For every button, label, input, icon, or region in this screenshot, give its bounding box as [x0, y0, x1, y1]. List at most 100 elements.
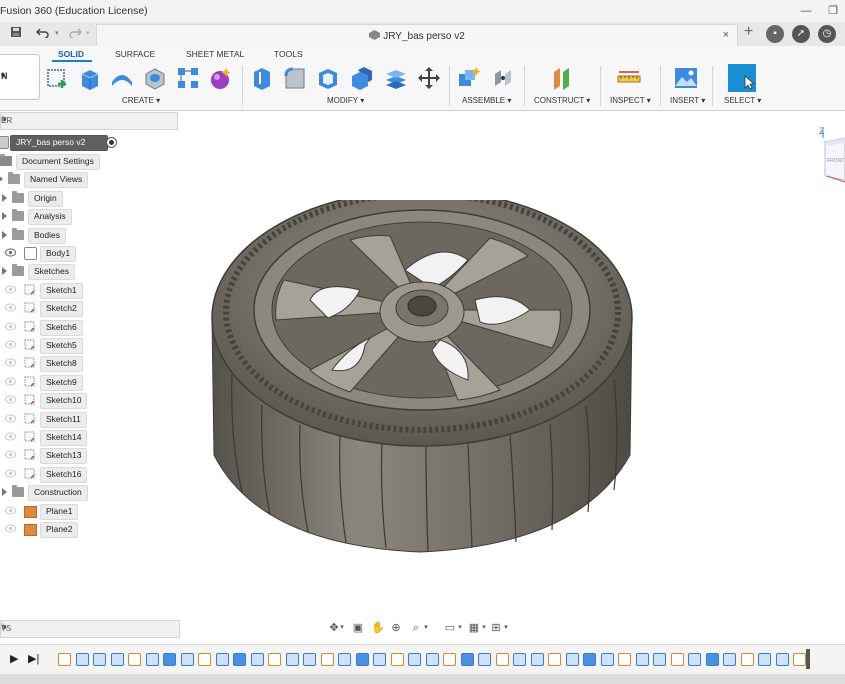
new-component-icon[interactable] [457, 66, 481, 90]
create-sketch-icon[interactable] [46, 66, 70, 90]
timeline-feature[interactable] [355, 653, 369, 666]
insert-image-icon[interactable] [674, 66, 698, 90]
timeline-feature[interactable] [128, 653, 141, 666]
hole-icon[interactable] [143, 66, 167, 90]
timeline-feature[interactable] [390, 653, 404, 666]
tab-tools[interactable]: TOOLS [274, 49, 303, 59]
save-icon[interactable] [10, 26, 22, 42]
timeline-feature[interactable] [740, 653, 754, 666]
visibility-eye-icon[interactable] [5, 377, 16, 386]
panel-resize-icon[interactable]: ‖ [1, 622, 178, 632]
browser-item-sketch9[interactable]: Sketch9 [0, 374, 178, 391]
timeline-feature[interactable] [215, 653, 229, 666]
timeline-feature[interactable] [285, 653, 299, 666]
timeline-feature[interactable] [478, 653, 491, 666]
timeline-feature[interactable] [513, 653, 526, 666]
tab-solid[interactable]: SOLID [58, 49, 84, 59]
visibility-eye-icon[interactable] [5, 248, 16, 257]
browser-item-sketch10[interactable]: Sketch10 [0, 393, 178, 410]
browser-item-sketch8[interactable]: Sketch8 [0, 356, 178, 373]
timeline-feature[interactable] [320, 653, 334, 666]
browser-item-document-settings[interactable]: Document Settings [0, 154, 178, 170]
browser-item-sketch1[interactable]: Sketch1 [0, 282, 178, 299]
browser-item-label[interactable]: Plane1 [40, 503, 79, 520]
shell-icon[interactable] [316, 66, 340, 90]
timeline-feature[interactable] [198, 653, 211, 666]
timeline-feature[interactable] [618, 653, 631, 666]
timeline-feature[interactable] [548, 653, 561, 666]
visibility-eye-icon[interactable] [5, 395, 16, 404]
browser-item-label[interactable]: Sketch13 [40, 448, 88, 465]
visibility-eye-icon[interactable] [5, 469, 16, 478]
insert-group-label[interactable]: INSERT ▾ [670, 96, 705, 105]
create-group-label[interactable]: CREATE ▾ [122, 96, 160, 105]
browser-item-sketch16[interactable]: Sketch16 [0, 466, 178, 483]
visibility-eye-icon[interactable] [5, 285, 16, 294]
view-cube[interactable]: Z FRONT [815, 120, 845, 190]
tab-sheet-metal[interactable]: SHEET METAL [186, 49, 244, 59]
measure-icon[interactable] [617, 66, 641, 90]
viewport-model[interactable] [200, 200, 650, 560]
grid-dropdown-icon[interactable]: ▾ [480, 620, 488, 636]
timeline-feature[interactable] [250, 653, 264, 666]
browser-item-sketch6[interactable]: Sketch6 [0, 319, 178, 336]
timeline-feature[interactable] [58, 653, 71, 666]
timeline-feature[interactable] [705, 653, 719, 666]
browser-item-label[interactable]: Sketch8 [40, 356, 83, 373]
timeline-feature[interactable] [75, 653, 89, 666]
timeline-feature[interactable] [180, 653, 194, 666]
browser-item-label[interactable]: Analysis [28, 209, 72, 226]
browser-item-body1[interactable]: Body1 [0, 246, 178, 262]
browser-item-sketch11[interactable]: Sketch11 [0, 411, 178, 428]
browser-item-sketch2[interactable]: Sketch2 [0, 301, 178, 318]
timeline-feature[interactable] [163, 653, 176, 666]
timeline-feature[interactable] [758, 653, 771, 666]
browser-item-label[interactable]: Sketch16 [40, 466, 88, 483]
select-button[interactable] [728, 64, 756, 92]
visibility-eye-icon[interactable] [5, 303, 16, 312]
offset-plane-icon[interactable] [550, 66, 574, 90]
timeline-feature[interactable] [635, 653, 649, 666]
browser-item-analysis[interactable]: Analysis [0, 209, 178, 226]
timeline-feature[interactable] [408, 653, 421, 666]
browser-item-label[interactable]: Sketch6 [40, 319, 83, 336]
browser-item-label[interactable]: Named Views [24, 172, 89, 189]
look-at-icon[interactable]: ▣ [350, 620, 366, 636]
browser-item-label[interactable]: Construction [28, 485, 88, 502]
play-icon[interactable]: ▶ [10, 652, 18, 665]
visibility-eye-icon[interactable] [5, 358, 16, 367]
undo-icon[interactable] [35, 26, 50, 42]
assemble-group-label[interactable]: ASSEMBLE ▾ [462, 96, 511, 105]
browser-item-label[interactable]: Bodies [28, 227, 66, 244]
step-end-icon[interactable]: ▶| [28, 652, 39, 665]
display-dropdown-icon[interactable]: ▾ [456, 620, 464, 636]
expand-arrow-icon[interactable] [2, 267, 7, 276]
browser-item-label[interactable]: Sketch5 [40, 338, 83, 354]
combine-icon[interactable] [350, 66, 374, 90]
expand-arrow-icon[interactable] [2, 230, 7, 239]
browser-item-sketch14[interactable]: Sketch14 [0, 430, 178, 446]
redo-dropdown-icon[interactable]: ▾ [86, 26, 90, 42]
maximize-button[interactable]: ❐ [822, 4, 844, 18]
joint-icon[interactable] [491, 66, 515, 90]
timeline-feature[interactable] [425, 653, 439, 666]
orbit-dropdown-icon[interactable]: ▾ [338, 620, 346, 636]
timeline-feature[interactable] [600, 653, 614, 666]
panel-resize-icon[interactable]: ‖ [1, 114, 176, 124]
redo-icon[interactable] [68, 26, 83, 42]
browser-item-label[interactable]: Document Settings [16, 154, 100, 170]
visibility-eye-icon[interactable] [5, 414, 16, 423]
expand-arrow-icon[interactable] [2, 212, 7, 221]
modify-group-label[interactable]: MODIFY ▾ [327, 96, 364, 105]
timeline-feature[interactable] [793, 653, 806, 666]
browser-item-plane1[interactable]: Plane1 [0, 503, 178, 520]
clock-icon[interactable]: ◷ [818, 25, 836, 43]
timeline-marker[interactable] [806, 649, 810, 669]
expand-arrow-icon[interactable] [2, 488, 7, 497]
browser-item-sketch5[interactable]: Sketch5 [0, 338, 178, 354]
move-copy-icon[interactable] [417, 66, 441, 90]
timeline-feature[interactable] [495, 653, 509, 666]
browser-item-bodies[interactable]: Bodies [0, 227, 178, 244]
browser-item-construction[interactable]: Construction [0, 485, 178, 502]
new-tab-button[interactable]: + [744, 24, 753, 40]
